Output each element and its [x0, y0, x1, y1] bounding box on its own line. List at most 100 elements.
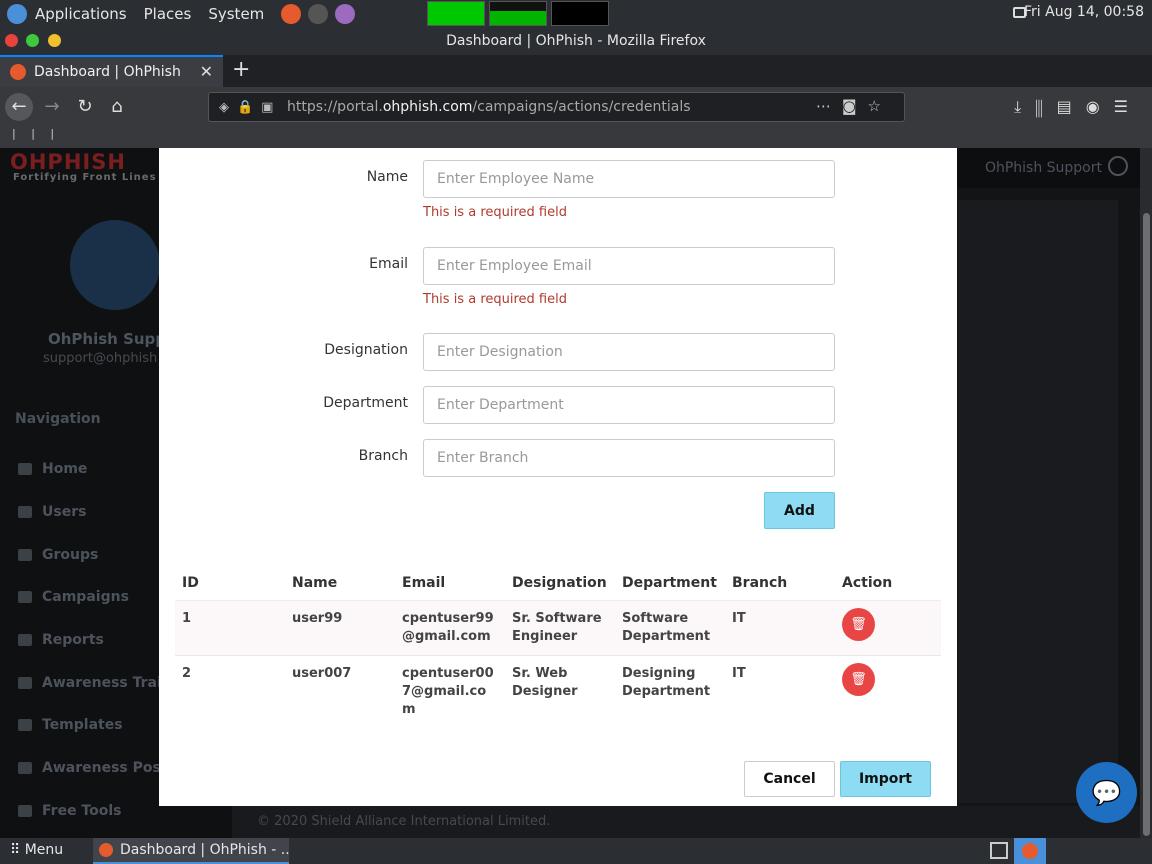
globe-icon [18, 762, 32, 775]
graduation-cap-icon [18, 676, 32, 689]
cell-email: cpentuser00 7@gmail.co m [395, 654, 505, 728]
site-security-icons[interactable]: ◈🔒▣ [209, 100, 287, 115]
employee-table: ID Name Email Designation Department Bra… [175, 566, 941, 728]
tools-icon [18, 804, 32, 817]
users-icon [18, 506, 32, 519]
sidebar-item-label: Templates [42, 717, 123, 734]
sidebar-item-groups[interactable]: Groups [18, 533, 168, 576]
url-bar[interactable]: ◈🔒▣ https://portal. ohphish.com/campaigns… [208, 92, 905, 122]
sidebar-item-awareness-training[interactable]: Awareness Trai [18, 661, 168, 704]
branch-field[interactable] [423, 439, 835, 477]
menu-label: Menu [24, 842, 64, 858]
close-tab-icon[interactable]: ✕ [200, 62, 213, 81]
workspace-switcher-icon[interactable] [990, 842, 1008, 859]
tray-firefox-icon[interactable] [1014, 838, 1046, 864]
close-window-button[interactable] [5, 34, 18, 47]
designation-field[interactable] [423, 333, 835, 371]
support-user-label[interactable]: OhPhish Support [985, 160, 1102, 176]
import-button[interactable]: Import [840, 761, 931, 797]
name-label: Name [366, 169, 408, 185]
taskbar-menu-button[interactable]: ⠿ Menu [10, 842, 63, 858]
col-header-branch: Branch [725, 566, 835, 601]
minimize-window-button[interactable] [48, 34, 61, 47]
cell-name: user007 [285, 654, 395, 728]
places-menu[interactable]: Places [144, 5, 192, 23]
add-employee-modal: Name This is a required field Email This… [159, 148, 957, 806]
clock[interactable]: Fri Aug 14, 00:58 [1024, 4, 1144, 20]
sidebar-item-label: Reports [42, 632, 104, 649]
cell-designation: Sr. Web Designer [505, 654, 615, 728]
page-scrollbar[interactable] [1140, 148, 1152, 838]
sidebar-item-home[interactable]: Home [18, 448, 168, 491]
forward-icon[interactable]: → [38, 93, 66, 121]
sidebar-item-label: Awareness Post [42, 760, 168, 777]
network-monitor-graph [551, 1, 609, 26]
sidebar-item-users[interactable]: Users [18, 491, 168, 534]
grid-icon: ⠿ [10, 842, 25, 858]
sidebar-item-label: Free Tools [42, 802, 122, 819]
page-actions-icons[interactable]: ⋯◙☆ [816, 97, 892, 115]
maximize-window-button[interactable] [26, 34, 39, 47]
sidebar-item-label: Awareness Trai [42, 674, 162, 691]
cell-branch: IT [725, 599, 835, 655]
sidebar-item-label: Users [42, 504, 87, 521]
trash-icon: 🗑 [850, 616, 867, 631]
applications-menu[interactable]: Applications [35, 5, 127, 23]
cell-action: 🗑 [835, 654, 941, 728]
sidebar-item-awareness-posters[interactable]: Awareness Post [18, 747, 168, 790]
navigation-toolbar: ← → ↻ ⌂ ◈🔒▣ https://portal. ohphish.com/c… [0, 87, 1152, 127]
cancel-button[interactable]: Cancel [744, 761, 835, 797]
cell-email: cpentuser99 @gmail.com [395, 599, 505, 655]
sidebar-item-label: Home [42, 461, 88, 478]
applications-icon[interactable] [7, 3, 27, 24]
col-header-name: Name [285, 566, 395, 601]
designation-label: Designation [324, 342, 408, 358]
email-field[interactable] [423, 247, 835, 285]
sidebar-item-free-tools[interactable]: Free Tools [18, 790, 168, 833]
sidebar-item-reports[interactable]: Reports [18, 619, 168, 662]
tab-bar: Dashboard | OhPhish ✕ + [0, 55, 1152, 87]
delete-row-button[interactable]: 🗑 [842, 607, 875, 641]
delete-row-button[interactable]: 🗑 [842, 662, 875, 696]
toolbar-icons[interactable]: ⤓⫼▤◉☰ [1014, 97, 1142, 117]
scrollbar-thumb[interactable] [1143, 213, 1150, 836]
col-header-action: Action [835, 566, 941, 601]
tab-dashboard[interactable]: Dashboard | OhPhish ✕ [0, 55, 223, 87]
sidebar-nav: Home Users Groups Campaigns Reports Awar… [18, 448, 168, 832]
email-error: This is a required field [423, 292, 567, 307]
content-card [958, 200, 1118, 803]
firefox-launcher-icon[interactable] [281, 3, 302, 24]
add-button[interactable]: Add [764, 492, 835, 529]
home-icon[interactable]: ⌂ [103, 93, 131, 121]
new-tab-icon[interactable]: + [232, 57, 250, 82]
ohphish-favicon-icon [10, 64, 26, 80]
department-field[interactable] [423, 386, 835, 424]
system-menu[interactable]: System [208, 5, 264, 23]
text-editor-launcher-icon[interactable] [335, 3, 356, 24]
name-field[interactable] [423, 160, 835, 198]
col-header-email: Email [395, 566, 505, 601]
cell-branch: IT [725, 654, 835, 728]
ohphish-logo[interactable]: OHPHISH [10, 150, 126, 174]
megaphone-icon [18, 591, 32, 604]
window-titlebar: Dashboard | OhPhish - Mozilla Firefox [0, 27, 1152, 55]
url-prefix: https://portal. [287, 99, 383, 115]
user-icon[interactable] [1108, 156, 1128, 176]
profile-name: OhPhish Supp [48, 330, 167, 348]
chat-support-button[interactable]: 💬 [1076, 762, 1137, 823]
trash-icon: 🗑 [850, 671, 867, 686]
memory-monitor-graph [489, 1, 547, 26]
profile-email: support@ohphish [43, 351, 158, 366]
back-icon[interactable]: ← [5, 93, 33, 121]
taskbar-firefox-task[interactable]: Dashboard | OhPhish - ... [93, 838, 289, 864]
task-label: Dashboard | OhPhish - ... [120, 842, 289, 858]
department-label: Department [323, 395, 408, 411]
terminal-launcher-icon[interactable] [308, 3, 329, 24]
reload-icon[interactable]: ↻ [71, 93, 99, 121]
bar-chart-icon [18, 634, 32, 647]
branch-label: Branch [358, 448, 408, 464]
table-header-row: ID Name Email Designation Department Bra… [175, 566, 941, 601]
col-header-department: Department [615, 566, 725, 601]
sidebar-item-templates[interactable]: Templates [18, 704, 168, 747]
sidebar-item-campaigns[interactable]: Campaigns [18, 576, 168, 619]
